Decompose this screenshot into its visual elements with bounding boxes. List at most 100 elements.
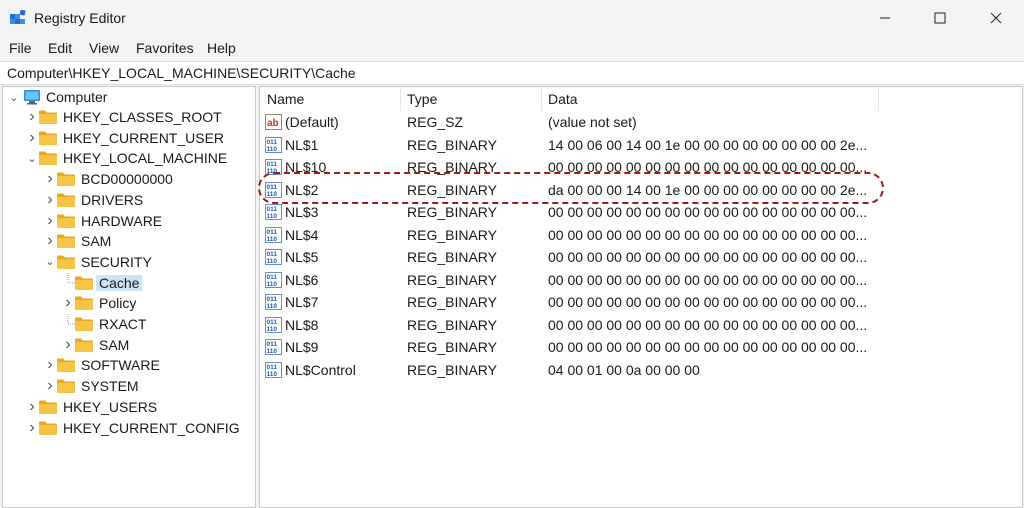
address-bar[interactable]: Computer\HKEY_LOCAL_MACHINE\SECURITY\Cac… [0,61,1024,85]
svg-text:ab: ab [267,118,279,129]
column-divider[interactable] [541,87,542,111]
folder-icon [57,214,75,228]
column-header-name[interactable]: Name [267,87,397,111]
value-row[interactable]: 011 110 NL$3 REG_BINARY 00 00 00 00 00 00 00… [260,201,1020,223]
tree-item-drivers[interactable]: › DRIVERS [43,190,143,210]
menu-favorites[interactable]: Favorites [136,40,194,56]
tree-item-hkey-users[interactable]: › HKEY_USERS [25,397,157,417]
tree-item-hkey-current-config[interactable]: › HKEY_CURRENT_CONFIG [25,418,240,438]
chevron-right-icon[interactable]: › [25,128,39,148]
value-data: 00 00 00 00 00 00 00 00 00 00 00 00 00 0… [548,316,868,333]
close-button[interactable] [973,0,1019,36]
binary-value-icon: 011110 [265,271,282,288]
tree-item-label: SAM [99,336,130,353]
address-path[interactable]: Computer\HKEY_LOCAL_MACHINE\SECURITY\Cac… [7,65,356,81]
value-row[interactable]: 011 110 NL$5 REG_BINARY 00 00 00 00 00 00 00… [260,246,1020,268]
folder-icon [39,110,57,124]
tree-item-rxact[interactable]: RXACT [61,314,146,334]
chevron-down-icon[interactable]: ⌄ [25,148,39,168]
menu-file[interactable]: File [9,40,32,56]
tree-item-hardware[interactable]: › HARDWARE [43,211,162,231]
folder-icon [39,421,57,435]
tree-item-computer[interactable]: ⌄ Computer [7,87,107,107]
tree-item-label: DRIVERS [81,191,144,208]
column-divider[interactable] [878,87,879,111]
tree-item-system[interactable]: › SYSTEM [43,376,138,396]
folder-icon [57,172,75,187]
value-row[interactable]: 011 110 NL$9 REG_BINARY 00 00 00 00 00 00 00… [260,336,1020,358]
binary-value-icon: 011110 [265,204,282,220]
svg-text:011: 011 [267,229,278,236]
chevron-right-icon[interactable]: › [61,335,75,355]
chevron-right-icon[interactable]: › [43,190,57,210]
values-list-pane[interactable]: Name Type Data ab (Default) REG_SZ (value n… [259,86,1023,508]
binary-value-icon: 011110 [265,294,282,310]
chevron-right-icon[interactable]: › [25,397,39,417]
value-row[interactable]: 011 110 NL$6 REG_BINARY 00 00 00 00 00 00 00… [260,269,1020,291]
menu-bar: File Edit View Favorites Help [0,36,1024,60]
menu-view[interactable]: View [89,40,119,56]
value-type: REG_BINARY [407,226,497,243]
tree-item-cache[interactable]: Cache [61,272,143,293]
tree-item-label: SAM [81,233,112,250]
folder-icon [75,338,93,352]
tree-item-label: SOFTWARE [81,357,160,374]
key-tree-pane[interactable]: ⌄ Computer › HKEY_CLASSES_ROOT › HKEY_CURRE… [2,86,256,508]
window-title: Registry Editor [34,10,126,26]
svg-text:110: 110 [267,348,278,355]
column-divider[interactable] [400,87,401,111]
tree-item-label: HKEY_CURRENT_CONFIG [63,419,240,436]
tree-item-software[interactable]: › SOFTWARE [43,355,160,375]
binary-value-icon: 011110 [265,249,282,265]
minimize-button[interactable] [862,0,908,36]
value-data: 04 00 01 00 0a 00 00 00 [548,361,700,378]
chevron-down-icon[interactable]: ⌄ [43,252,57,272]
chevron-right-icon[interactable]: › [43,211,57,231]
menu-help[interactable]: Help [207,40,236,56]
value-row[interactable]: 011 110 NL$1 REG_BINARY 14 00 06 00 14 00 1e… [260,134,1020,156]
value-row[interactable]: 011 110 NL$Control REG_BINARY 04 00 01 00 0a… [260,359,1020,381]
tree-item-bcd00000000[interactable]: › BCD00000000 [43,169,173,189]
value-row[interactable]: ab (Default) REG_SZ (value not set) [260,111,1020,133]
svg-text:110: 110 [267,281,278,288]
value-row[interactable]: 011 110 NL$7 REG_BINARY 00 00 00 00 00 00 00… [260,291,1020,313]
value-type: REG_BINARY [407,271,497,288]
value-type: REG_BINARY [407,136,497,153]
value-data: (value not set) [548,114,637,130]
svg-text:110: 110 [267,146,278,153]
maximize-button[interactable] [917,0,963,36]
value-name: NL$3 [285,204,319,220]
tree-item-security[interactable]: ⌄ SECURITY [43,252,151,272]
tree-item-hkey-local-machine[interactable]: ⌄ HKEY_LOCAL_MACHINE [25,148,227,168]
tree-item-label: RXACT [99,316,147,332]
tree-item-hkey-current-user[interactable]: › HKEY_CURRENT_USER [25,128,224,148]
tree-item-label: HARDWARE [81,212,163,229]
value-type: REG_BINARY [407,204,497,220]
chevron-right-icon[interactable]: › [25,418,39,438]
value-type: REG_BINARY [407,316,497,333]
svg-text:110: 110 [267,303,278,310]
value-row[interactable]: 011 110 NL$4 REG_BINARY 00 00 00 00 00 00 00… [260,224,1020,246]
tree-item-policy[interactable]: › Policy [61,293,136,313]
svg-text:110: 110 [267,258,278,265]
chevron-right-icon[interactable]: › [61,293,75,313]
tree-item-sam-sub[interactable]: › SAM [61,335,129,355]
chevron-right-icon[interactable]: › [25,107,39,127]
column-header-data[interactable]: Data [548,87,868,111]
menu-edit[interactable]: Edit [48,40,72,56]
column-header-type[interactable]: Type [407,87,537,111]
folder-icon [39,131,57,145]
chevron-down-icon[interactable]: ⌄ [7,87,21,107]
value-name: NL$8 [285,316,319,333]
chevron-right-icon[interactable]: › [43,355,57,375]
maximize-icon [934,12,946,24]
tree-item-label: BCD00000000 [81,171,173,188]
column-header-label: Data [548,91,578,107]
chevron-right-icon[interactable]: › [43,376,57,396]
chevron-right-icon[interactable]: › [43,169,57,189]
value-name: NL$Control [285,361,356,378]
chevron-right-icon[interactable]: › [43,231,57,251]
tree-item-sam[interactable]: › SAM [43,231,111,251]
value-row[interactable]: 011 110 NL$8 REG_BINARY 00 00 00 00 00 00 00… [260,314,1020,336]
tree-item-hkey-classes-root[interactable]: › HKEY_CLASSES_ROOT [25,107,221,127]
